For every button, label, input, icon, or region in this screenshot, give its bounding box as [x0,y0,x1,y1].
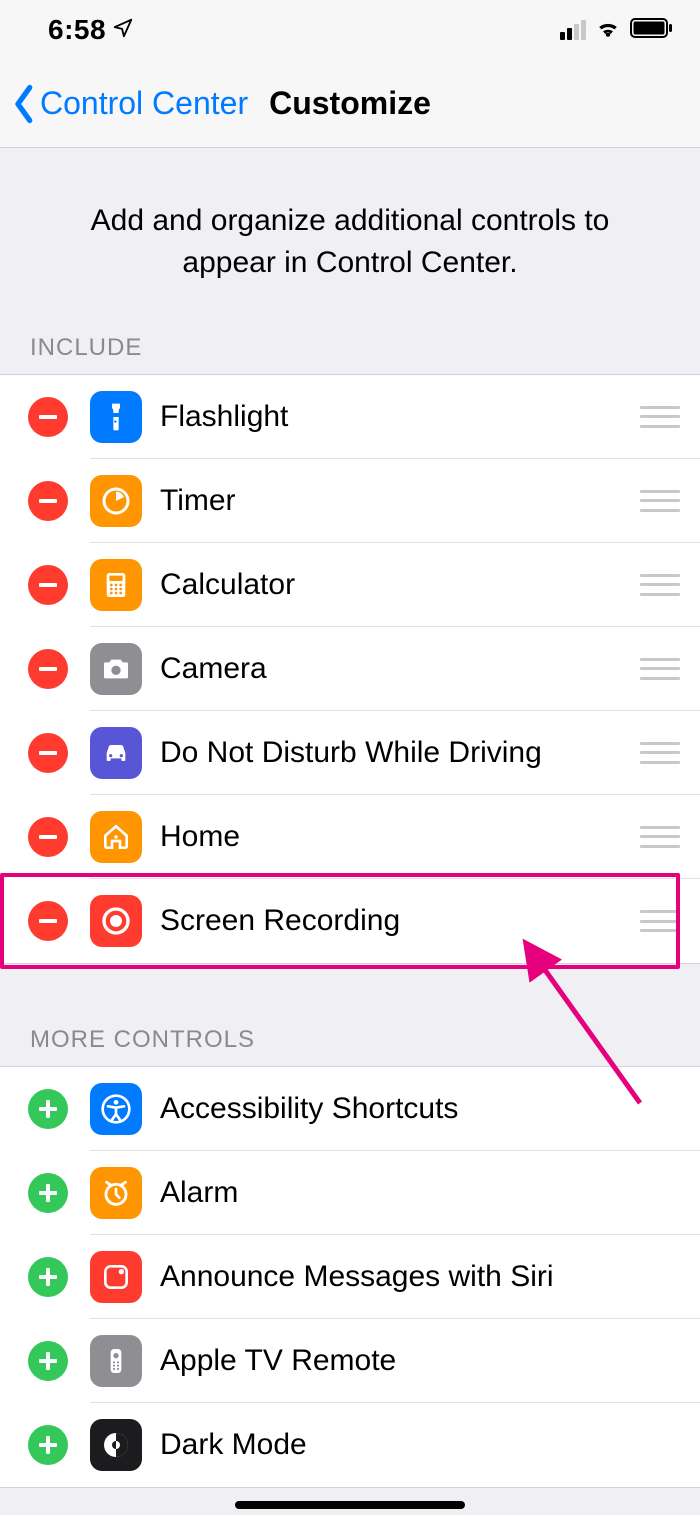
location-icon [112,17,134,44]
announce-icon [90,1251,142,1303]
remove-button[interactable] [28,397,68,437]
status-right [560,17,674,44]
page-description: Add and organize additional controls to … [0,148,700,334]
cellular-signal-icon [560,20,586,40]
row-calculator: Calculator [0,543,700,627]
darkmode-icon [90,1419,142,1471]
remove-button[interactable] [28,481,68,521]
row-do-not-disturb-while-driving: Do Not Disturb While Driving [0,711,700,795]
reorder-handle[interactable] [640,490,680,512]
flashlight-icon [90,391,142,443]
row-camera: Camera [0,627,700,711]
remove-button[interactable] [28,901,68,941]
back-button[interactable]: Control Center [10,84,248,124]
row-label: Apple TV Remote [160,1344,680,1378]
timer-icon [90,475,142,527]
reorder-handle[interactable] [640,406,680,428]
row-accessibility-shortcuts: Accessibility Shortcuts [0,1067,700,1151]
reorder-handle[interactable] [640,658,680,680]
row-label: Alarm [160,1176,680,1210]
row-label: Dark Mode [160,1428,680,1462]
add-button[interactable] [28,1341,68,1381]
back-label: Control Center [40,85,248,122]
row-label: Camera [160,652,640,686]
row-alarm: Alarm [0,1151,700,1235]
reorder-handle[interactable] [640,910,680,932]
add-button[interactable] [28,1425,68,1465]
chevron-left-icon [10,84,40,124]
accessibility-icon [90,1083,142,1135]
row-timer: Timer [0,459,700,543]
more-controls-list: Accessibility Shortcuts Alarm Announce Mes… [0,1066,700,1488]
row-flashlight: Flashlight [0,375,700,459]
row-screen-recording: Screen Recording [0,879,700,963]
status-left: 6:58 [48,14,134,46]
row-label: Calculator [160,568,640,602]
record-icon [90,895,142,947]
row-label: Flashlight [160,400,640,434]
row-label: Accessibility Shortcuts [160,1092,680,1126]
row-apple-tv-remote: Apple TV Remote [0,1319,700,1403]
status-time: 6:58 [48,14,106,46]
row-label: Announce Messages with Siri [160,1260,680,1294]
include-header: Include [0,334,700,374]
calculator-icon [90,559,142,611]
wifi-icon [594,17,622,44]
row-home: Home [0,795,700,879]
row-label: Timer [160,484,640,518]
remove-button[interactable] [28,649,68,689]
home-icon [90,811,142,863]
more-controls-header: More Controls [0,1026,700,1066]
include-list: Flashlight Timer Calculator Camera Do Not Di… [0,374,700,964]
nav-bar: Control Center Customize [0,60,700,148]
row-announce-messages-with-siri: Announce Messages with Siri [0,1235,700,1319]
reorder-handle[interactable] [640,574,680,596]
remove-button[interactable] [28,733,68,773]
add-button[interactable] [28,1089,68,1129]
row-label: Home [160,820,640,854]
add-button[interactable] [28,1173,68,1213]
row-label: Screen Recording [160,904,640,938]
alarm-icon [90,1167,142,1219]
remove-button[interactable] [28,565,68,605]
remove-button[interactable] [28,817,68,857]
add-button[interactable] [28,1257,68,1297]
home-indicator [235,1501,465,1509]
camera-icon [90,643,142,695]
battery-icon [630,17,674,44]
status-bar: 6:58 [0,0,700,60]
reorder-handle[interactable] [640,742,680,764]
reorder-handle[interactable] [640,826,680,848]
page-title: Customize [269,85,431,122]
row-label: Do Not Disturb While Driving [160,736,640,770]
car-icon [90,727,142,779]
tvremote-icon [90,1335,142,1387]
row-dark-mode: Dark Mode [0,1403,700,1487]
